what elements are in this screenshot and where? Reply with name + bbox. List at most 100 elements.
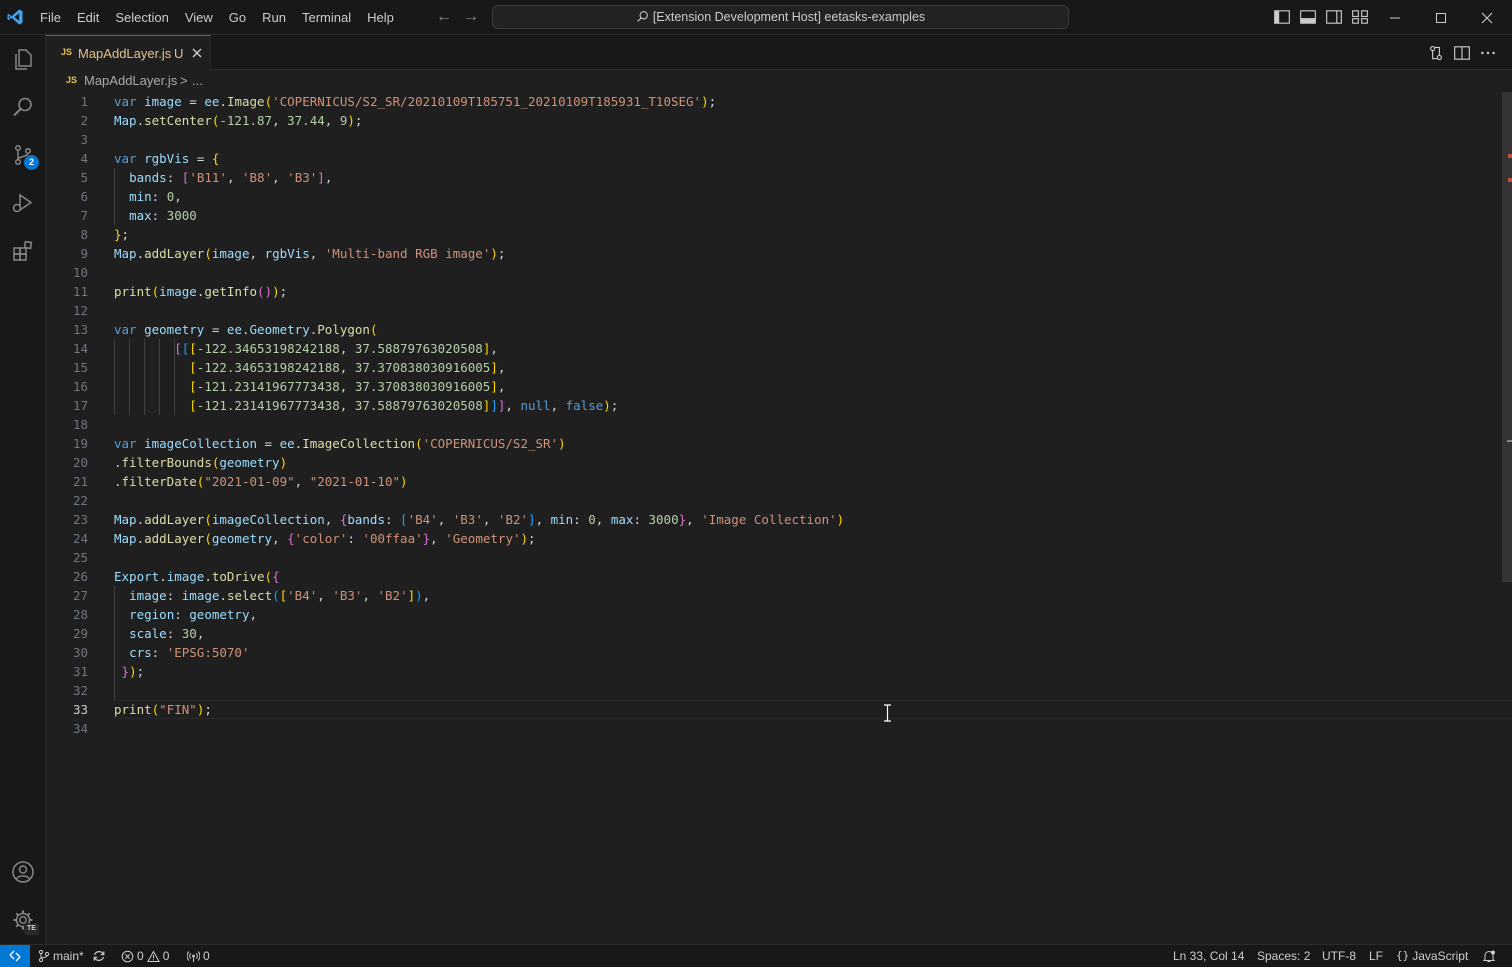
braces-icon: {}	[1396, 949, 1410, 962]
line-number: 14	[72, 341, 88, 356]
ports-count: 0	[203, 949, 210, 963]
untracked-status-badge: U	[174, 46, 184, 61]
indent-guide	[174, 339, 176, 415]
run-debug-button[interactable]	[0, 179, 46, 227]
line-number: 30	[72, 645, 88, 660]
remote-indicator-button[interactable]	[0, 945, 30, 967]
activity-bar: 2 TE	[0, 35, 46, 944]
code-line: var imageCollection = ee.ImageCollection…	[114, 436, 566, 451]
git-branch-icon	[38, 949, 50, 963]
search-button[interactable]	[0, 83, 46, 131]
code-line: min: 0,	[129, 189, 182, 204]
breadcrumb-chevron-icon: >	[180, 73, 188, 88]
code-line: print(image.getInfo());	[114, 284, 288, 299]
extensions-button[interactable]	[0, 227, 46, 275]
warning-count: 0	[162, 949, 170, 963]
back-arrow-icon[interactable]: ←	[434, 8, 454, 28]
split-editor-icon[interactable]	[1453, 44, 1471, 62]
toggle-panel-icon[interactable]	[1299, 8, 1317, 26]
code-line: Map.addLayer(imageCollection, {bands: ['…	[114, 512, 845, 527]
line-number: 12	[72, 303, 88, 318]
maximize-button[interactable]	[1418, 0, 1464, 35]
language-mode-selector[interactable]: {} JavaScript	[1396, 945, 1468, 967]
line-number: 9	[80, 246, 88, 261]
code-line: bands: ['B11', 'B8', 'B3'],	[129, 170, 333, 185]
line-number: 24	[72, 531, 88, 546]
code-line: var rgbVis = {	[114, 151, 220, 166]
manage-button[interactable]	[0, 896, 46, 944]
customize-layout-icon[interactable]	[1351, 8, 1369, 26]
search-icon	[637, 11, 648, 22]
close-tab-icon[interactable]	[190, 46, 204, 60]
explorer-button[interactable]	[0, 35, 46, 83]
maximize-icon	[1436, 12, 1446, 23]
code-area[interactable]: var image = ee.Image('COPERNICUS/S2_SR/2…	[114, 92, 1512, 944]
code-line: };	[114, 227, 130, 242]
close-window-button[interactable]	[1464, 0, 1510, 35]
menu-selection[interactable]: Selection	[107, 0, 176, 35]
remote-icon	[9, 950, 21, 962]
source-control-button[interactable]	[0, 131, 46, 179]
profile-badge: TE	[24, 923, 39, 935]
source-control-badge: 2	[24, 155, 39, 170]
breadcrumb-file[interactable]: MapAddLayer.js	[84, 73, 177, 88]
sync-button[interactable]	[92, 945, 106, 967]
menu-view[interactable]: View	[177, 0, 221, 35]
scrollbar-thumb[interactable]	[1502, 92, 1512, 582]
tab-mapaddlayer[interactable]: JS MapAddLayer.js U	[46, 35, 211, 70]
code-line: Export.image.toDrive({	[114, 569, 280, 584]
line-number: 28	[72, 607, 88, 622]
line-number-gutter: 1 2 3 4 5 6 7 8 9 10 11 12 13 14 15 16 17 18 19 20 21 22 23 24 2…	[46, 92, 114, 944]
menu-help[interactable]: Help	[359, 0, 402, 35]
title-bar: File Edit Selection View Go Run Terminal…	[0, 0, 1512, 35]
problems-indicator[interactable]: 0 0	[121, 945, 169, 967]
open-changes-icon[interactable]	[1427, 44, 1445, 62]
menu-bar: File Edit Selection View Go Run Terminal…	[32, 0, 402, 35]
overview-ruler-cursor-mark	[1507, 440, 1512, 442]
editor-tab-bar: JS MapAddLayer.js U	[46, 35, 1512, 70]
accounts-button[interactable]	[0, 848, 46, 896]
eol-selector[interactable]: LF	[1369, 945, 1383, 967]
line-number: 2	[80, 113, 88, 128]
forward-arrow-icon[interactable]: →	[461, 8, 481, 28]
error-icon	[121, 950, 134, 962]
run-debug-icon	[12, 193, 33, 213]
javascript-file-icon: JS	[61, 47, 73, 57]
indent-guide	[114, 339, 115, 415]
minimize-button[interactable]	[1372, 0, 1418, 35]
overview-ruler-mark	[1508, 154, 1512, 158]
indentation-selector[interactable]: Spaces: 2	[1257, 945, 1310, 967]
code-line: scale: 30,	[129, 626, 205, 641]
menu-go[interactable]: Go	[221, 0, 254, 35]
code-line: .filterBounds(geometry)	[114, 455, 288, 470]
line-number: 10	[72, 265, 88, 280]
status-bar: main* 0 0 0 Ln 33, Col 14 Spaces: 2 UTF-…	[0, 944, 1512, 967]
ports-indicator[interactable]: 0	[187, 945, 210, 967]
minimize-icon	[1390, 17, 1400, 18]
close-icon	[1481, 12, 1493, 23]
code-editor[interactable]: 1 2 3 4 5 6 7 8 9 10 11 12 13 14 15 16 17 18 19 20 21 22 23 24 2…	[46, 92, 1512, 944]
breadcrumb-symbols[interactable]: ...	[192, 73, 203, 88]
code-line: image: image.select(['B4', 'B3', 'B2']),	[129, 588, 431, 603]
code-line: print("FIN");	[114, 702, 212, 717]
vertical-scrollbar[interactable]	[1498, 92, 1512, 944]
line-number: 6	[80, 189, 88, 204]
branch-indicator[interactable]: main*	[38, 945, 84, 967]
encoding-selector[interactable]: UTF-8	[1322, 945, 1356, 967]
toggle-primary-sidebar-icon[interactable]	[1273, 8, 1291, 26]
menu-edit[interactable]: Edit	[69, 0, 107, 35]
code-line: var geometry = ee.Geometry.Polygon(	[114, 322, 378, 337]
code-line: region: geometry,	[129, 607, 258, 622]
line-number: 8	[80, 227, 88, 242]
more-actions-icon[interactable]	[1479, 44, 1497, 62]
menu-run[interactable]: Run	[254, 0, 294, 35]
cursor-position[interactable]: Ln 33, Col 14	[1173, 945, 1244, 967]
menu-file[interactable]: File	[32, 0, 69, 35]
toggle-secondary-sidebar-icon[interactable]	[1325, 8, 1343, 26]
line-number: 13	[72, 322, 88, 337]
menu-terminal[interactable]: Terminal	[294, 0, 359, 35]
window-title: [Extension Development Host] eetasks-exa…	[652, 10, 926, 24]
notifications-button[interactable]	[1482, 945, 1496, 967]
command-center-search[interactable]: [Extension Development Host] eetasks-exa…	[492, 5, 1069, 29]
code-line: [-122.34653198242188, 37.370838030916005…	[189, 360, 506, 375]
